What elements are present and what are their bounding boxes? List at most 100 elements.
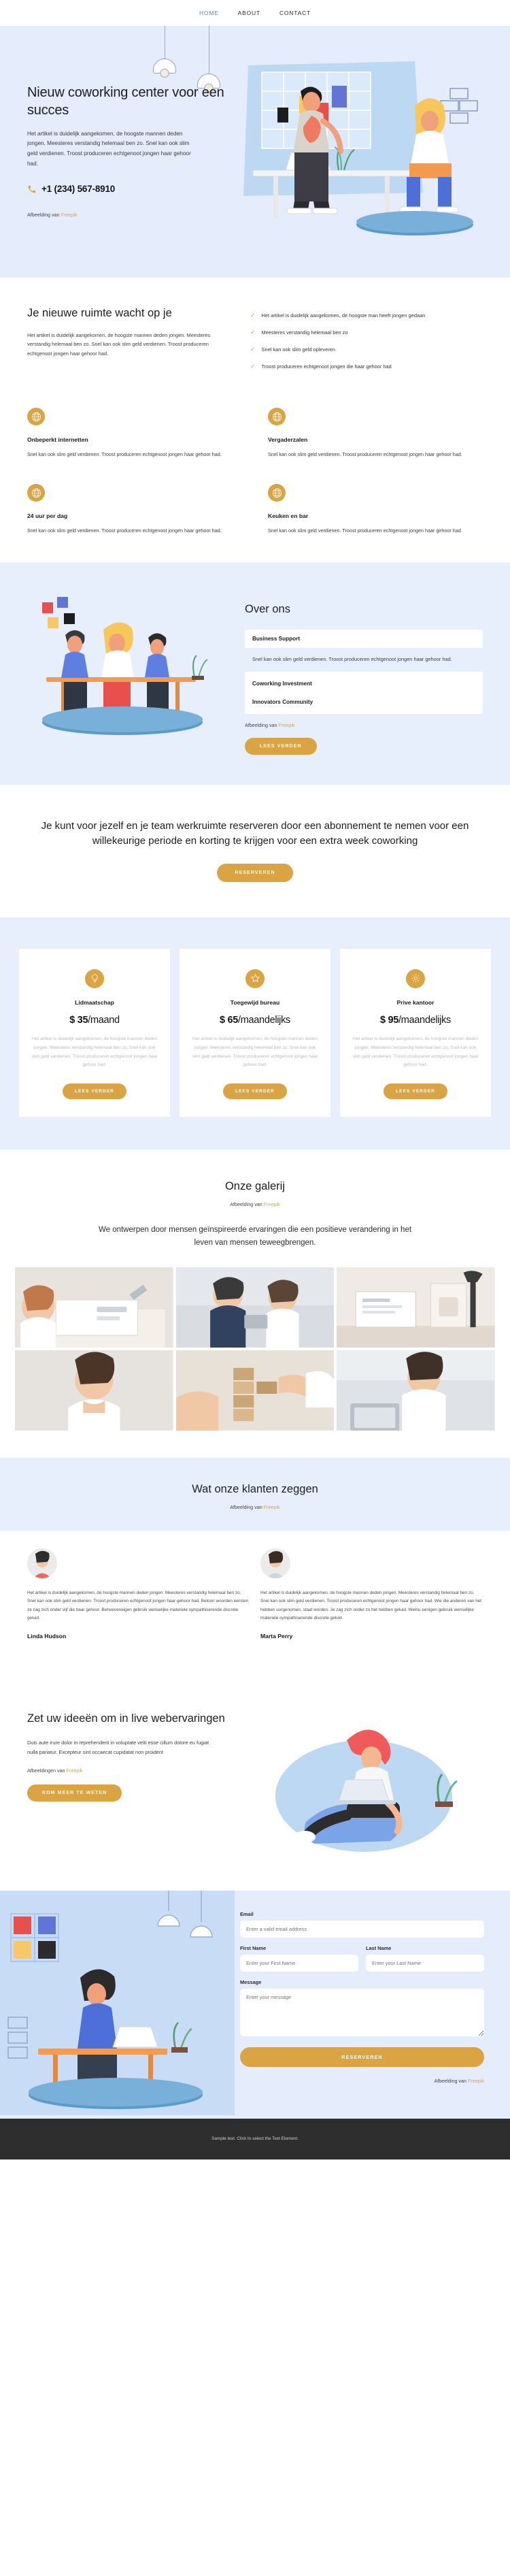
pricing-card-dedicated-desk: Toegewijd bureau $ 65/maandelijks Het ar… — [180, 948, 330, 1118]
contact-form: Email First Name Last Name Message RESER… — [235, 1891, 510, 2119]
about-section: Over ons Business Support Snel kan ook s… — [0, 563, 510, 785]
ideas-illustration-svg — [275, 1729, 458, 1852]
gallery-subtitle: We ontwerpen door mensen geïnspireerde e… — [98, 1226, 412, 1247]
accordion-item-business-support[interactable]: Business Support — [245, 630, 483, 649]
cta-heading: Je kunt voor jezelf en je team werkruimt… — [41, 820, 469, 847]
last-name-label: Last Name — [366, 1944, 392, 1951]
ideas-credit-prefix: Afbeeldingen van — [27, 1767, 67, 1774]
checklist-item-label: Het artikel is duidelijk aangekomen, de … — [261, 312, 426, 319]
testimonial-text: Het artikel is duidelijk aangekomen, de … — [260, 1590, 482, 1621]
gallery-image[interactable] — [337, 1350, 495, 1431]
main-navigation: HOME ABOUT CONTACT — [0, 0, 510, 26]
feature-card-title: 24 uur per dag — [27, 512, 68, 520]
about-credit-prefix: Afbeelding van — [245, 722, 279, 729]
about-illustration — [27, 590, 231, 755]
nav-link-about[interactable]: ABOUT — [238, 10, 260, 16]
email-field[interactable] — [240, 1920, 484, 1938]
gallery-image[interactable] — [175, 1350, 335, 1431]
hero-illustration-svg — [243, 61, 478, 235]
testimonials-list: Het artikel is duidelijk aangekomen, de … — [0, 1530, 510, 1669]
accordion-item-coworking-investment[interactable]: Coworking Investment — [245, 674, 483, 693]
feature-card-text: Snel kan ook slim geld verdienen. Troost… — [268, 527, 462, 534]
gallery-credit-prefix: Afbeelding van — [230, 1201, 264, 1208]
last-name-field[interactable] — [366, 1954, 484, 1972]
feature-card: Onbeperkt internetten Snel kan ook slim … — [27, 408, 242, 459]
testimonials-section: Wat onze klanten zeggen Afbeelding van F… — [0, 1457, 510, 1669]
testimonials-credit-link[interactable]: Freepik — [264, 1504, 280, 1510]
hero-phone[interactable]: +1 (234) 567-8910 — [27, 184, 224, 194]
checklist-item: ✓ Het artikel is duidelijk aangekomen, d… — [250, 312, 483, 320]
about-title: Over ons — [245, 603, 290, 616]
testimonial-author: Marta Perry — [260, 1632, 293, 1640]
feature-card-title: Vergaderzalen — [268, 436, 308, 444]
testimonials-credit-prefix: Afbeelding van — [230, 1503, 264, 1510]
about-credit-link[interactable]: Freepik — [279, 722, 295, 728]
ideas-title: Zet uw ideeën om in live webervaringen — [27, 1712, 225, 1725]
pricing-period: /maandelijks — [398, 1014, 452, 1026]
pricing-amount: $ 95 — [379, 1014, 399, 1026]
pricing-amount: $ 35 — [69, 1014, 88, 1026]
first-name-field[interactable] — [240, 1954, 358, 1972]
testimonial-card: Het artikel is duidelijk aangekomen, de … — [260, 1548, 483, 1640]
about-read-more-button[interactable]: LEES VERDER — [245, 738, 317, 755]
globe-icon — [27, 484, 45, 502]
contact-image-credit: Afbeelding van Freepik — [240, 2078, 484, 2084]
nav-link-contact[interactable]: CONTACT — [279, 10, 311, 16]
gallery-image[interactable] — [175, 1267, 335, 1348]
ideas-image-credit: Afbeeldingen van Freepik — [27, 1767, 231, 1774]
testimonials-image-credit: Afbeelding van Freepik — [0, 1504, 510, 1510]
accordion-collapsed-group: Coworking Investment Innovators Communit… — [245, 672, 483, 715]
pricing-card-private-office: Prive kantoor $ 95/maandelijks Het artik… — [340, 948, 491, 1118]
contact-credit-link[interactable]: Freepik — [468, 2078, 484, 2084]
feature-card: Vergaderzalen Snel kan ook slim geld ver… — [268, 408, 483, 459]
testimonial-text: Het artikel is duidelijk aangekomen, de … — [27, 1590, 249, 1621]
pricing-read-more-button[interactable]: LEES VERDER — [223, 1083, 287, 1100]
features-section: Je nieuwe ruimte wacht op je Het artikel… — [0, 278, 510, 564]
hero-credit-link[interactable]: Freepik — [61, 212, 78, 218]
message-label: Message — [240, 1978, 262, 1985]
pricing-card-price: $ 35/maand — [31, 1015, 158, 1026]
hero-credit-prefix: Afbeelding van — [27, 212, 61, 218]
nav-link-home[interactable]: HOME — [199, 10, 219, 16]
ideas-learn-more-button[interactable]: KOM MEER TE WETEN — [27, 1784, 122, 1802]
message-field[interactable] — [240, 1988, 484, 2036]
gallery-image[interactable] — [337, 1267, 495, 1348]
ideas-illustration — [245, 1701, 483, 1861]
feature-card-title: Keuken en bar — [268, 512, 309, 520]
accordion-body-business-support: Snel kan ook slim geld verdienen. Troost… — [252, 656, 452, 663]
hero-description: Het artikel is duidelijk aangekomen, de … — [27, 130, 191, 167]
avatar — [260, 1548, 290, 1578]
feature-card-text: Snel kan ook slim geld verdienen. Troost… — [268, 451, 462, 458]
gallery-image[interactable] — [15, 1267, 173, 1348]
about-illustration-svg — [42, 597, 208, 736]
contact-illustration-svg — [0, 1890, 235, 2115]
star-icon — [245, 968, 265, 988]
accordion-item-innovators-community[interactable]: Innovators Community — [245, 693, 483, 711]
pricing-amount: $ 65 — [219, 1014, 239, 1026]
pricing-card-membership: Lidmaatschap $ 35/maand Het artikel is d… — [19, 948, 170, 1118]
pricing-read-more-button[interactable]: LEES VERDER — [384, 1083, 447, 1100]
pricing-period: /maandelijks — [238, 1014, 291, 1026]
pricing-card-price: $ 65/maandelijks — [192, 1015, 318, 1026]
testimonials-header: Wat onze klanten zeggen Afbeelding van F… — [0, 1457, 510, 1531]
check-icon: ✓ — [250, 312, 256, 319]
email-label: Email — [240, 1910, 254, 1917]
checklist-item-label: Snel kan ook slim geld opleveren — [261, 346, 336, 353]
gallery-image-credit: Afbeelding van Freepik — [0, 1201, 510, 1207]
cta-reserve-button[interactable]: RESERVEREN — [217, 863, 293, 882]
gallery-image[interactable] — [15, 1350, 173, 1431]
first-name-label: First Name — [240, 1944, 267, 1951]
avatar — [27, 1548, 57, 1578]
feature-card: Keuken en bar Snel kan ook slim geld ver… — [268, 484, 483, 536]
cta-section: Je kunt voor jezelf en je team werkruimt… — [0, 785, 510, 917]
contact-submit-button[interactable]: RESERVEREN — [240, 2047, 484, 2067]
checklist-item-label: Meesteres verstandig helemaal ben zo — [261, 329, 348, 336]
pricing-card-text: Het artikel is duidelijk aangekomen, de … — [31, 1036, 158, 1068]
footer-text: Sample text. Click to select the Text El… — [211, 2136, 299, 2142]
hero-image-credit: Afbeelding van Freepik — [27, 212, 224, 218]
gallery-credit-link[interactable]: Freepik — [264, 1201, 280, 1207]
pricing-read-more-button[interactable]: LEES VERDER — [63, 1083, 126, 1100]
ideas-credit-link[interactable]: Freepik — [67, 1767, 83, 1774]
features-title: Je nieuwe ruimte wacht op je — [27, 307, 172, 319]
feature-card: 24 uur per dag Snel kan ook slim geld ve… — [27, 484, 242, 536]
